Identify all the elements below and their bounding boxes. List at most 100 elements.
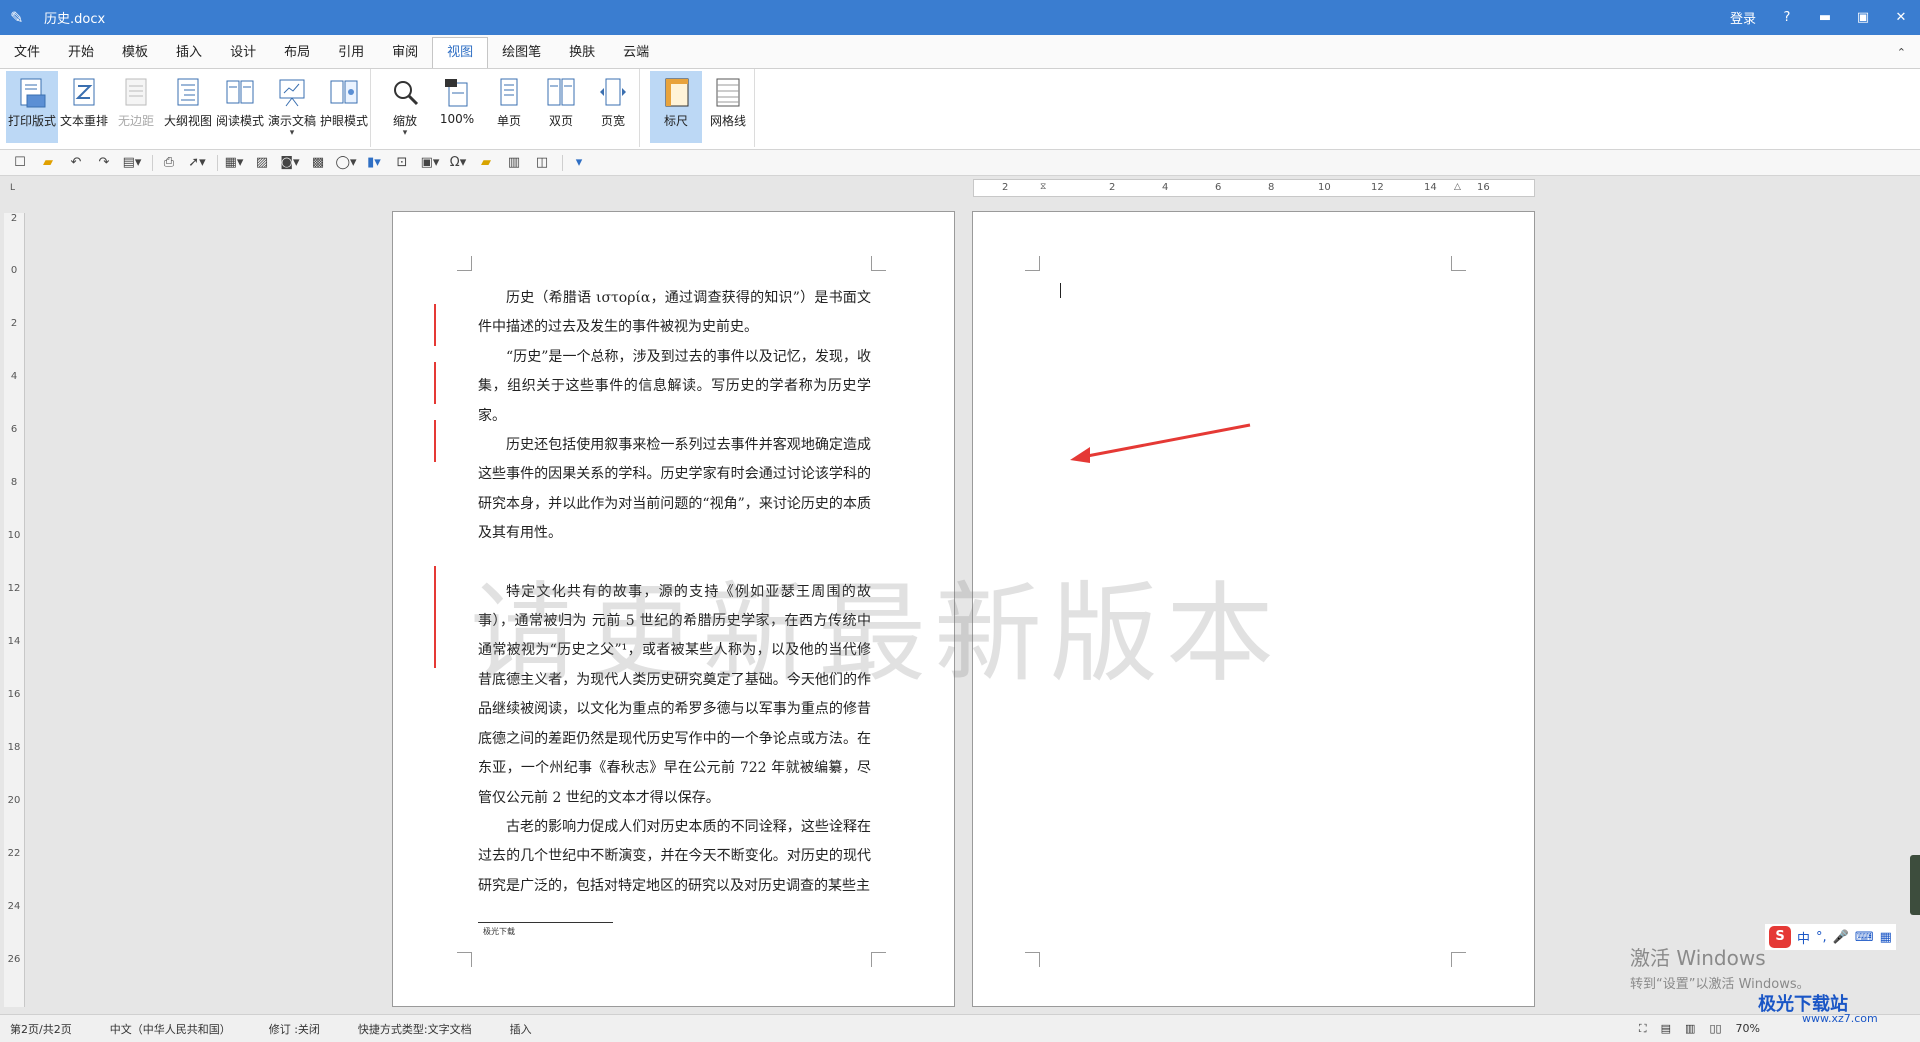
tab-draw[interactable]: 绘图笔: [488, 38, 555, 68]
presentation-button[interactable]: 演示文稿 ▾: [266, 71, 318, 143]
grid-menu-icon[interactable]: ▦: [1880, 930, 1892, 945]
language-indicator[interactable]: 中文（中华人民共和国）: [110, 1021, 231, 1037]
qr-icon[interactable]: ▩: [306, 153, 330, 173]
paragraph[interactable]: 特定文化共有的故事，源的支持《例如亚瑟王周围的故事），通常被归为 元前 5 世纪…: [478, 578, 871, 813]
save-icon[interactable]: ▤▾: [120, 153, 144, 173]
picture-icon[interactable]: ▨: [250, 153, 274, 173]
horizontal-ruler[interactable]: 2 ⧖ 2 4 6 8 10 12 14 △ 16: [973, 179, 1535, 197]
menu-tabs: 文件 开始 模板 插入 设计 布局 引用 审阅 视图 绘图笔 换肤 云端 ⌃: [0, 35, 1920, 69]
tab-review[interactable]: 审阅: [378, 38, 432, 68]
paragraph[interactable]: “历史”是一个总称，涉及到过去的事件以及记忆，发现，收集，组织关于这些事件的信息…: [478, 343, 871, 431]
microphone-icon[interactable]: 🎤: [1833, 930, 1849, 945]
right-indent-marker[interactable]: △: [1454, 182, 1461, 192]
tab-insert[interactable]: 插入: [162, 38, 216, 68]
paragraph[interactable]: 历史（希腊语 ιστορία，通过调查获得的知识”）是书面文件中描述的过去及发生…: [478, 284, 871, 343]
ruler-tick: 20: [7, 795, 21, 806]
ruler-tick: 6: [1215, 182, 1222, 193]
tab-references[interactable]: 引用: [324, 38, 378, 68]
table-icon[interactable]: ▦▾: [222, 153, 246, 173]
ruler-tick: 12: [7, 583, 21, 594]
zoom-level[interactable]: 70%: [1736, 1022, 1760, 1035]
tab-home[interactable]: 开始: [54, 38, 108, 68]
fullscreen-icon[interactable]: ⛶: [1639, 1022, 1647, 1036]
page-1[interactable]: 历史（希腊语 ιστορία，通过调查获得的知识”）是书面文件中描述的过去及发生…: [392, 211, 955, 1007]
undo-icon[interactable]: ↶: [64, 153, 88, 173]
sogou-logo-icon[interactable]: S: [1769, 926, 1791, 948]
ruler-tick: 24: [7, 901, 21, 912]
page-width-button[interactable]: 页宽: [587, 71, 639, 143]
tab-layout[interactable]: 布局: [270, 38, 324, 68]
crop-mark: [1025, 256, 1040, 271]
open-folder-icon[interactable]: ▰: [36, 153, 60, 173]
tab-template[interactable]: 模板: [108, 38, 162, 68]
shapes-icon[interactable]: ◯▾: [334, 153, 358, 173]
new-document-icon[interactable]: ☐: [8, 153, 32, 173]
single-page-button[interactable]: 单页: [483, 71, 535, 143]
ruler-tick: 12: [1371, 182, 1384, 193]
maximize-button[interactable]: ▣: [1844, 10, 1882, 25]
word-count-icon[interactable]: ▥: [502, 153, 526, 173]
magnifier-icon: [394, 81, 419, 106]
insert-mode[interactable]: 插入: [510, 1021, 532, 1037]
presentation-dropdown-icon[interactable]: ▾: [290, 129, 295, 138]
no-margin-button[interactable]: 无边距: [110, 71, 162, 143]
outline-view-button[interactable]: 大纲视图: [162, 71, 214, 143]
zoom-button[interactable]: 缩放 ▾: [379, 71, 431, 143]
tab-cloud[interactable]: 云端: [609, 38, 663, 68]
redo-icon[interactable]: ↷: [92, 153, 116, 173]
tab-skin[interactable]: 换肤: [555, 38, 609, 68]
page-counter[interactable]: 第2页/共2页: [10, 1021, 72, 1037]
punctuation-icon[interactable]: °,: [1816, 930, 1827, 945]
paragraph[interactable]: 历史还包括使用叙事来检一系列过去事件并客观地确定造成这些事件的因果关系的学科。历…: [478, 431, 871, 549]
minimize-button[interactable]: ▬: [1806, 10, 1844, 25]
document-body[interactable]: 历史（希腊语 ιστορία，通过调查获得的知识”）是书面文件中描述的过去及发生…: [478, 284, 871, 901]
close-button[interactable]: ✕: [1882, 10, 1920, 25]
zoom-dropdown-icon[interactable]: ▾: [403, 129, 408, 138]
ruler-tick: 8: [10, 477, 18, 488]
paragraph[interactable]: 古老的影响力促成人们对历史本质的不同诠释，这些诠释在过去的几个世纪中不断演变，并…: [478, 813, 871, 901]
document-canvas[interactable]: L 2 ⧖ 2 4 6 8 10 12 14 △ 16 2 0 2 4 6 8 …: [0, 177, 1920, 1014]
footnote-text[interactable]: 极光下载: [483, 926, 515, 937]
note-icon[interactable]: ▰: [474, 153, 498, 173]
ruler-tick: 14: [7, 636, 21, 647]
login-button[interactable]: 登录: [1718, 8, 1768, 27]
eye-care-button[interactable]: 护眼模式: [318, 71, 370, 143]
reading-view-icon[interactable]: ▯▯: [1709, 1022, 1721, 1035]
customize-toolbar-icon[interactable]: ▾: [567, 153, 591, 173]
chart-icon[interactable]: ▮▾: [362, 153, 386, 173]
web-layout-view-icon[interactable]: ▥: [1685, 1022, 1695, 1035]
reading-mode-button[interactable]: 阅读模式: [214, 71, 266, 143]
toolbar-separator: [562, 154, 563, 171]
revision-bar: [434, 566, 436, 668]
tab-file[interactable]: 文件: [0, 38, 54, 68]
field-icon[interactable]: ▣▾: [418, 153, 442, 173]
vertical-ruler[interactable]: 2 0 2 4 6 8 10 12 14 16 18 20 22 24 26: [4, 213, 25, 1007]
revision-status[interactable]: 修订 :关闭: [269, 1021, 320, 1037]
select-pointer-icon[interactable]: ➚▾: [185, 153, 209, 173]
print-layout-button[interactable]: 打印版式: [6, 71, 58, 143]
keyboard-icon[interactable]: ⌨: [1855, 930, 1874, 945]
ruler-corner[interactable]: L: [10, 183, 15, 193]
crop-mark: [1451, 256, 1466, 271]
screenshot-icon[interactable]: ◙▾: [278, 153, 302, 173]
page-2[interactable]: [972, 211, 1535, 1007]
tab-design[interactable]: 设计: [216, 38, 270, 68]
help-icon[interactable]: ?: [1768, 10, 1806, 25]
symbol-icon[interactable]: Ω▾: [446, 153, 470, 173]
gridlines-toggle[interactable]: 网格线: [702, 71, 754, 143]
print-layout-view-icon[interactable]: ▤: [1661, 1022, 1671, 1035]
double-page-button[interactable]: 双页: [535, 71, 587, 143]
tab-view[interactable]: 视图: [432, 37, 489, 68]
object-icon[interactable]: ◫: [530, 153, 554, 173]
print-icon[interactable]: ⎙: [157, 153, 181, 173]
ime-toolbar[interactable]: S 中 °, 🎤 ⌨ ▦: [1765, 924, 1896, 950]
title-bar: ✎ 历史.docx 登录 ? ▬ ▣ ✕: [0, 0, 1920, 35]
zoom-100-button[interactable]: 100%: [431, 71, 483, 143]
ruler-toggle[interactable]: 标尺: [650, 71, 702, 143]
text-reflow-button[interactable]: 文本重排: [58, 71, 110, 143]
side-panel-handle[interactable]: [1910, 855, 1920, 915]
ime-mode[interactable]: 中: [1797, 928, 1810, 947]
text-box-icon[interactable]: ⊡: [390, 153, 414, 173]
collapse-ribbon-icon[interactable]: ⌃: [1897, 38, 1906, 68]
indent-marker[interactable]: ⧖: [1040, 182, 1046, 192]
